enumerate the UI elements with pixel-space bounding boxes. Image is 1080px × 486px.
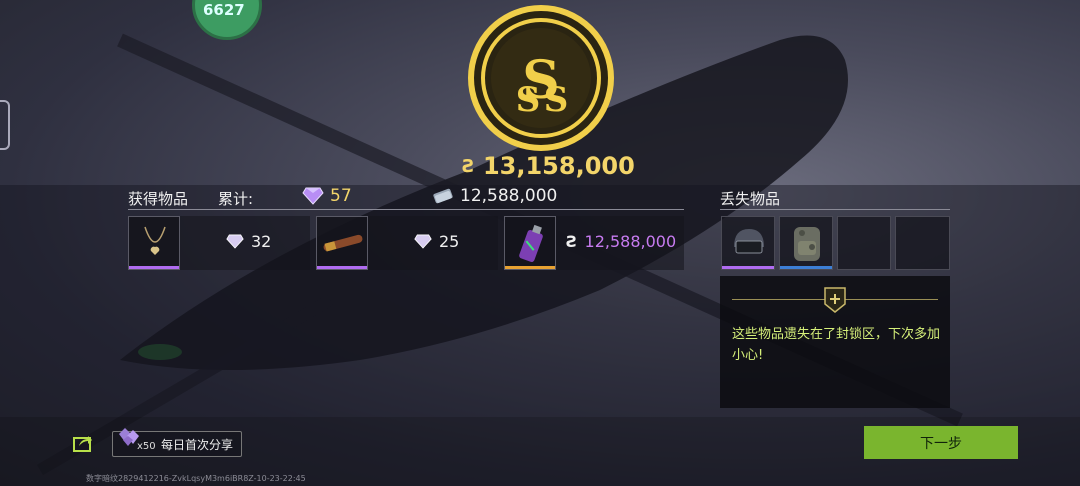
shield-plus-icon: [824, 287, 846, 313]
necklace-icon: [144, 226, 166, 255]
watermark-text: 数字暗纹2829412216-ZvkLqsyM3m6iBR8Z-10-23-22…: [86, 474, 306, 483]
rarity-bar: [317, 266, 367, 269]
badge-text: 6627: [203, 1, 245, 19]
currency-symbol: Ƨ: [566, 232, 578, 251]
gained-item-slot-cigar[interactable]: [316, 216, 368, 270]
helmet-icon: [734, 229, 764, 254]
share-label: 每日首次分享: [161, 438, 234, 452]
gained-item-1-value: 32: [226, 232, 271, 251]
lost-notice-panel: 这些物品遗失在了封锁区，下次多加小心!: [720, 276, 950, 408]
svg-text:S: S: [544, 80, 569, 120]
lost-item-slot-helmet[interactable]: [721, 216, 775, 270]
rarity-bar: [722, 266, 774, 269]
svg-text:S: S: [516, 80, 541, 120]
cash-amount: 12,588,000: [584, 232, 677, 251]
rarity-bar: [505, 266, 555, 269]
next-button[interactable]: 下一步: [864, 426, 1018, 459]
currency-symbol: Ƨ: [462, 156, 475, 177]
total-gems: 57: [302, 186, 352, 206]
gained-item-3-value: Ƨ 12,588,000: [566, 232, 676, 251]
coin-icon: S S S: [468, 5, 614, 151]
gold-coin-emblem: S S S: [466, 3, 616, 153]
total-gems-value: 57: [330, 186, 352, 206]
gained-divider: [128, 209, 684, 210]
share-icon[interactable]: [73, 433, 93, 453]
gem-amount: 25: [439, 232, 460, 251]
diamond-icon: [414, 234, 432, 249]
lost-items-title: 丢失物品: [720, 190, 781, 208]
total-label: 累计:: [218, 190, 254, 208]
gained-items-title: 获得物品: [128, 190, 189, 208]
lost-message: 这些物品遗失在了封锁区，下次多加小心!: [732, 327, 941, 363]
player-badge: 6627: [192, 0, 262, 40]
lost-item-slot-empty: [895, 216, 950, 270]
share-reward-count: x50: [137, 441, 156, 452]
reward-total: Ƨ 13,158,000: [462, 152, 635, 180]
diamond-icon: [302, 187, 324, 205]
gained-item-slot-spray-can[interactable]: [504, 216, 556, 270]
cigar-icon: [323, 234, 363, 252]
gained-item-2-value: 25: [414, 232, 459, 251]
rarity-bar: [780, 266, 832, 269]
gem-amount: 32: [251, 232, 272, 251]
daily-share-chip[interactable]: x50 每日首次分享: [112, 428, 242, 457]
rarity-bar: [129, 266, 179, 269]
gained-item-slot-necklace[interactable]: [128, 216, 180, 270]
reward-total-amount: 13,158,000: [482, 152, 635, 180]
backpack-icon: [794, 227, 820, 261]
lost-item-slot-backpack[interactable]: [779, 216, 833, 270]
lost-item-slot-empty: [837, 216, 891, 270]
total-cash-value: 12,588,000: [460, 186, 558, 206]
total-cash: 12,588,000: [432, 186, 557, 206]
diamond-icon: [226, 234, 244, 249]
side-tab-handle[interactable]: [0, 100, 10, 150]
spray-can-icon: [519, 224, 543, 262]
lost-divider: [720, 209, 950, 210]
cash-stack-icon: [433, 188, 453, 204]
